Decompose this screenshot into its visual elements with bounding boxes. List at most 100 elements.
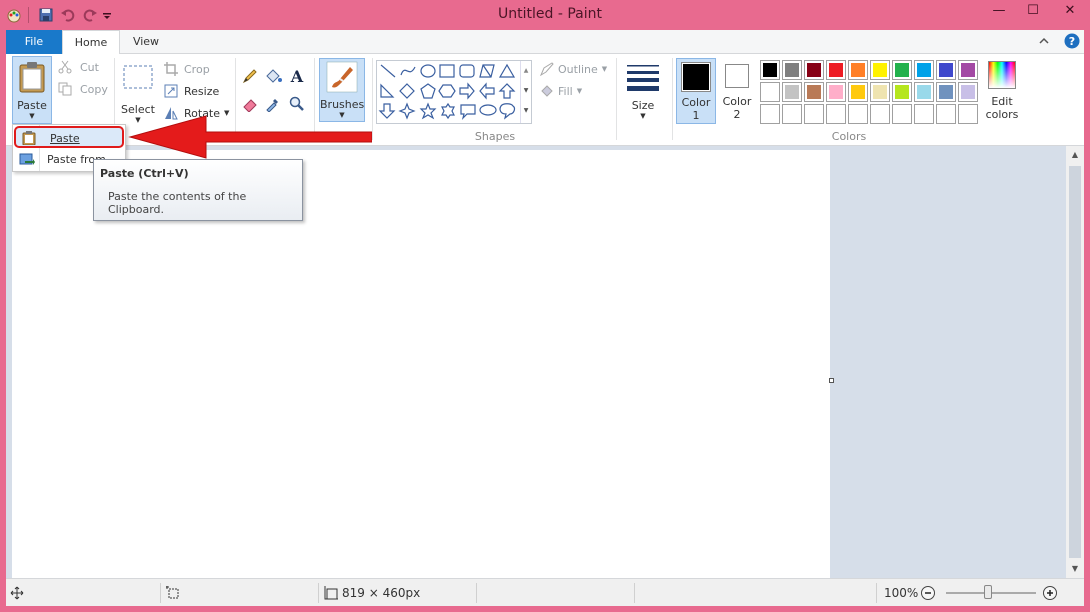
swatch-color	[785, 63, 799, 77]
palette-swatch-empty[interactable]	[936, 104, 956, 124]
svg-text:A: A	[290, 67, 304, 85]
scroll-up-icon[interactable]: ▲	[1066, 146, 1084, 164]
scroll-down-icon[interactable]: ▼	[1066, 560, 1084, 578]
swatch-color	[807, 85, 821, 99]
palette-swatch-empty[interactable]	[958, 104, 978, 124]
color-picker-icon[interactable]	[265, 96, 281, 112]
palette-swatch[interactable]	[848, 82, 868, 102]
paste-button[interactable]: Paste ▼	[12, 56, 52, 124]
palette-swatch[interactable]	[958, 82, 978, 102]
text-tool-icon[interactable]: A	[289, 67, 305, 85]
palette-swatch[interactable]	[936, 82, 956, 102]
palette-swatch[interactable]	[914, 82, 934, 102]
palette-swatch[interactable]	[826, 60, 846, 80]
palette-swatch[interactable]	[892, 82, 912, 102]
expand-gallery-icon[interactable]: ▼	[521, 101, 531, 121]
rainbow-icon	[988, 61, 1016, 89]
tab-file[interactable]: File	[6, 30, 62, 54]
swatch-color	[939, 85, 953, 99]
palette-swatch[interactable]	[760, 60, 780, 80]
diamond-shape-icon	[399, 83, 415, 99]
resize-label: Resize	[184, 84, 220, 98]
chevron-up-icon[interactable]: ▲	[521, 61, 531, 81]
rectangle-shape-icon	[439, 64, 455, 78]
swatch-color	[895, 85, 909, 99]
palette-swatch[interactable]	[870, 82, 890, 102]
zoom-out-icon[interactable]	[920, 585, 936, 601]
scrollbar-thumb[interactable]	[1069, 166, 1081, 558]
size-button[interactable]: Size ▼	[620, 58, 666, 122]
clipboard-icon	[19, 62, 45, 93]
edit-colors-label-1: Edit	[991, 95, 1013, 108]
swatch-color	[873, 63, 887, 77]
swatch-color	[917, 63, 931, 77]
palette-swatch-empty[interactable]	[804, 104, 824, 124]
edit-colors-label-2: colors	[985, 108, 1019, 121]
zoom-slider-thumb[interactable]	[984, 585, 992, 599]
size-label: Size	[631, 99, 655, 112]
palette-swatch-empty[interactable]	[892, 104, 912, 124]
palette-swatch-empty[interactable]	[848, 104, 868, 124]
vertical-scrollbar[interactable]: ▲ ▼	[1066, 146, 1084, 578]
right-arrow-shape-icon	[459, 82, 475, 100]
tab-home[interactable]: Home	[62, 30, 120, 55]
color1-swatch	[681, 62, 711, 92]
eraser-icon[interactable]	[242, 96, 258, 112]
palette-swatch[interactable]	[848, 60, 868, 80]
paste-from-icon	[19, 153, 35, 165]
color1-button[interactable]: Color 1	[676, 58, 716, 124]
color2-button[interactable]: Color 2	[718, 58, 756, 124]
swatch-color	[829, 85, 843, 99]
line-shape-icon	[380, 64, 396, 78]
palette-swatch[interactable]	[782, 82, 802, 102]
swatch-color	[851, 63, 865, 77]
zoom-in-icon[interactable]	[1042, 585, 1058, 601]
cut-button[interactable]: Cut	[58, 60, 99, 74]
menu-item-paste[interactable]: Paste	[14, 126, 124, 148]
palette-swatch[interactable]	[914, 60, 934, 80]
palette-swatch-empty[interactable]	[914, 104, 934, 124]
palette-swatch[interactable]	[804, 82, 824, 102]
shapes-grid	[378, 63, 516, 120]
palette-swatch-empty[interactable]	[760, 104, 780, 124]
four-point-star-shape-icon	[398, 102, 416, 120]
copy-icon	[58, 82, 72, 96]
close-button[interactable]: ✕	[1050, 0, 1090, 24]
crop-button[interactable]: Crop	[164, 62, 210, 76]
cloud-callout-shape-icon	[499, 103, 516, 120]
palette-swatch[interactable]	[870, 60, 890, 80]
window-title: Untitled - Paint	[498, 6, 602, 22]
canvas-resize-handle[interactable]	[829, 378, 834, 383]
separator	[160, 583, 161, 603]
pencil-icon[interactable]	[242, 68, 258, 84]
outline-button[interactable]: Outline ▼	[540, 62, 607, 76]
cursor-position-icon	[10, 586, 24, 600]
palette-swatch-empty[interactable]	[782, 104, 802, 124]
palette-swatch[interactable]	[804, 60, 824, 80]
palette-swatch-empty[interactable]	[870, 104, 890, 124]
palette-swatch[interactable]	[826, 82, 846, 102]
palette-swatch-empty[interactable]	[826, 104, 846, 124]
title-bar: Untitled - Paint — ☐ ✕	[0, 0, 1090, 30]
collapse-ribbon-icon[interactable]	[1037, 34, 1051, 48]
fill-button[interactable]: Fill ▼	[540, 84, 582, 98]
shapes-scroll[interactable]: ▲ ▼ ▼	[520, 61, 531, 123]
palette-swatch[interactable]	[760, 82, 780, 102]
edit-colors-button[interactable]: Edit colors	[982, 58, 1022, 124]
down-arrow-shape-icon	[378, 103, 396, 119]
tab-view[interactable]: View	[120, 30, 172, 54]
fill-bucket-icon[interactable]	[264, 68, 282, 84]
right-triangle-shape-icon	[380, 83, 395, 98]
help-icon[interactable]: ?	[1064, 33, 1080, 49]
resize-button[interactable]: Resize	[164, 84, 219, 98]
palette-swatch[interactable]	[958, 60, 978, 80]
shapes-gallery[interactable]: ▲ ▼ ▼	[376, 60, 532, 124]
minimize-button[interactable]: —	[982, 0, 1016, 24]
palette-swatch[interactable]	[892, 60, 912, 80]
chevron-down-icon[interactable]: ▼	[521, 81, 531, 101]
palette-swatch[interactable]	[936, 60, 956, 80]
maximize-button[interactable]: ☐	[1016, 0, 1050, 24]
palette-swatch[interactable]	[782, 60, 802, 80]
magnifier-icon[interactable]	[289, 96, 305, 112]
copy-button[interactable]: Copy	[58, 82, 108, 96]
